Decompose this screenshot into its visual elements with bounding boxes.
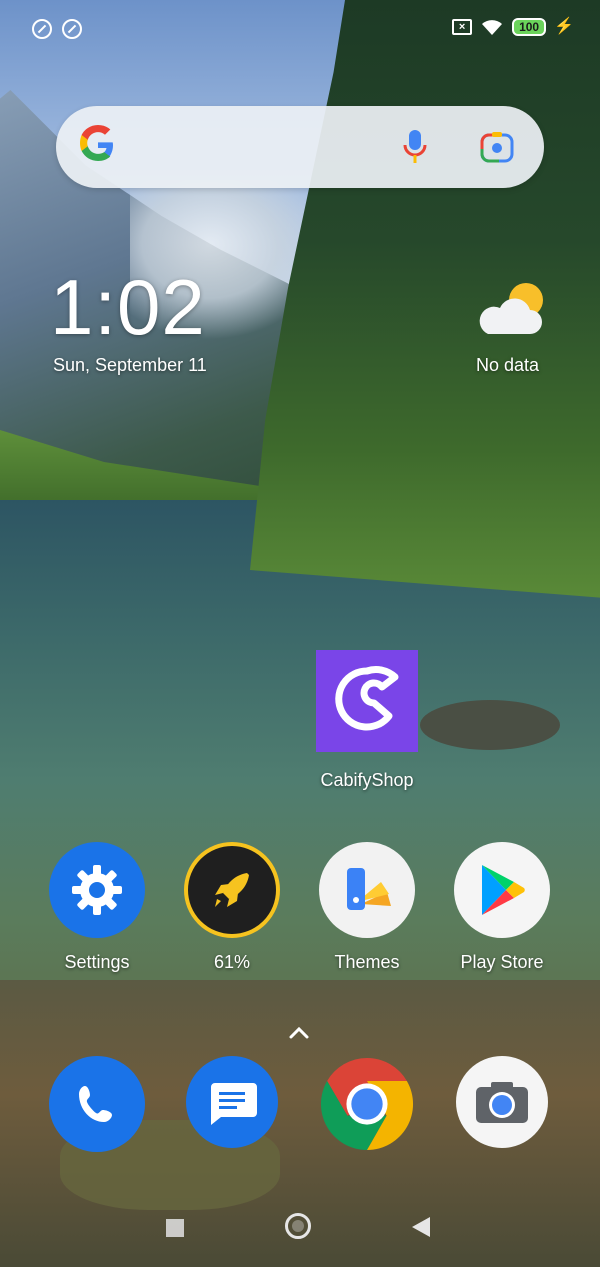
app-label: CabifyShop: [320, 770, 414, 790]
chevron-up-icon[interactable]: [288, 1026, 310, 1040]
dock-camera[interactable]: [442, 1056, 562, 1148]
app-cabifyshop[interactable]: CabifyShop: [307, 650, 427, 791]
partly-cloudy-icon[interactable]: [476, 280, 548, 340]
google-lens-icon[interactable]: [480, 131, 514, 163]
weather-status[interactable]: No data: [476, 355, 539, 376]
app-settings[interactable]: Settings: [37, 842, 157, 973]
chrome-icon: [319, 1056, 415, 1152]
app-booster[interactable]: 61%: [172, 842, 292, 973]
clock-date[interactable]: Sun, September 11: [53, 355, 207, 376]
google-g-icon: [80, 125, 113, 161]
app-label: 61%: [213, 952, 251, 972]
back-button[interactable]: [412, 1217, 430, 1237]
notification-icon: [62, 19, 82, 39]
bolt-icon: ⚡: [554, 18, 574, 35]
app-label: Themes: [334, 952, 400, 972]
navigation-bar: [0, 1200, 600, 1260]
phone-icon: [49, 1056, 145, 1152]
dock-messages[interactable]: [172, 1056, 292, 1148]
app-themes[interactable]: Themes: [307, 842, 427, 973]
play-store-icon: [454, 842, 550, 938]
home-button[interactable]: [285, 1213, 311, 1239]
messages-icon: [186, 1056, 278, 1148]
wallpaper-rock: [420, 700, 560, 750]
camera-icon: [456, 1056, 548, 1148]
app-label: Settings: [64, 952, 130, 972]
clock-time[interactable]: 1:02: [50, 262, 206, 353]
themes-icon: [319, 842, 415, 938]
microphone-icon[interactable]: [402, 128, 428, 166]
no-sim-icon: ×: [452, 19, 473, 35]
dock-phone[interactable]: [37, 1056, 157, 1152]
recents-button[interactable]: [166, 1219, 184, 1237]
notification-icon: [32, 19, 52, 39]
gear-icon: [49, 842, 145, 938]
app-play-store[interactable]: Play Store: [442, 842, 562, 973]
rocket-icon: [184, 842, 280, 938]
app-label: Play Store: [460, 952, 544, 972]
dock-chrome[interactable]: [307, 1056, 427, 1152]
status-bar: × 100 ⚡: [0, 0, 600, 60]
battery-indicator: 100: [512, 18, 547, 36]
cabify-logo-icon: [316, 650, 418, 752]
google-search-bar[interactable]: [56, 106, 544, 188]
wifi-icon: [482, 20, 503, 35]
